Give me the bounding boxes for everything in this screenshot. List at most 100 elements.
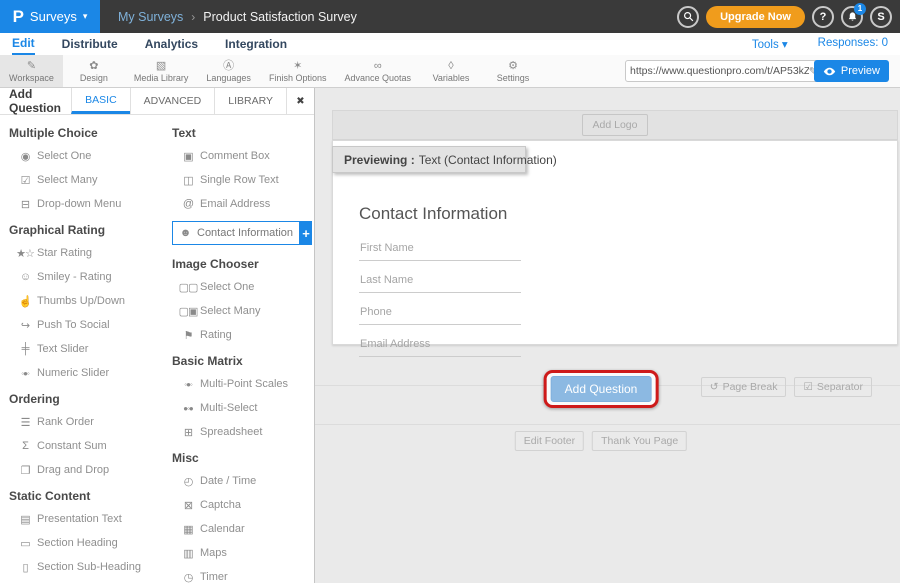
add-logo-button[interactable]: Add Logo <box>582 114 649 136</box>
qtype-push-to-social[interactable]: ↪Push To Social <box>13 318 172 332</box>
group-heading-multiple-choice: Multiple Choice <box>9 126 172 140</box>
qtype-image-select-many[interactable]: ▢▣Select Many <box>176 304 312 318</box>
qtype-label: Select Many <box>37 174 98 186</box>
qtype-drag-and-drop[interactable]: ❐Drag and Drop <box>13 463 172 477</box>
stars-icon: ★☆ <box>13 247 37 260</box>
question-type-column-2: Text ▣Comment Box ◫Single Row Text @Emai… <box>172 126 312 583</box>
slider-icon: ╪ <box>13 343 37 355</box>
qtype-text-slider[interactable]: ╪Text Slider <box>13 342 172 356</box>
email-address-field[interactable] <box>359 338 521 357</box>
qtype-select-one[interactable]: ◉Select One <box>13 149 172 163</box>
tab-distribute[interactable]: Distribute <box>62 33 118 55</box>
smiley-icon: ☺ <box>13 271 37 283</box>
user-avatar[interactable]: S <box>870 6 892 28</box>
qtype-section-sub-heading[interactable]: ▯Section Sub-Heading <box>13 560 172 574</box>
add-contact-information-button[interactable]: + <box>300 221 312 245</box>
upgrade-now-button[interactable]: Upgrade Now <box>706 6 805 28</box>
qtype-thumbs-up-down[interactable]: ☝Thumbs Up/Down <box>13 294 172 308</box>
question-type-column-1: Multiple Choice ◉Select One ☑Select Many… <box>9 126 172 583</box>
qtype-email-address[interactable]: @Email Address <box>176 197 312 211</box>
close-icon[interactable]: ✖ <box>286 88 314 114</box>
tab-library[interactable]: LIBRARY <box>214 88 286 114</box>
search-button[interactable] <box>677 6 699 28</box>
tab-advanced[interactable]: ADVANCED <box>130 88 215 114</box>
qtype-numeric-slider[interactable]: ◦●◦Numeric Slider <box>13 366 172 380</box>
toolbar-finish-options[interactable]: ✶ Finish Options <box>260 55 336 87</box>
first-name-field[interactable] <box>359 242 521 261</box>
contact-information-selected-box[interactable]: ☻Contact Information <box>172 221 300 245</box>
qtype-image-select-one[interactable]: ▢▢Select One <box>176 280 312 294</box>
toolbar-languages[interactable]: Ⓐ Languages <box>197 55 260 87</box>
qtype-captcha[interactable]: ⊠Captcha <box>176 498 312 512</box>
add-question-panel-header: Add Question BASIC ADVANCED LIBRARY ✖ <box>0 88 314 115</box>
breadcrumb-my-surveys[interactable]: My Surveys <box>118 10 183 24</box>
responses-count[interactable]: Responses: 0 <box>818 37 888 51</box>
product-switcher[interactable]: P Surveys ▾ <box>0 0 100 33</box>
qtype-label: Push To Social <box>37 319 110 331</box>
qtype-single-row-text[interactable]: ◫Single Row Text <box>176 173 312 187</box>
calendar-icon: ▦ <box>176 523 200 536</box>
tools-dropdown[interactable]: Tools ▾ <box>752 37 788 51</box>
qtype-presentation-text[interactable]: ▤Presentation Text <box>13 512 172 526</box>
qtype-multi-select[interactable]: ●◦●Multi-Select <box>176 401 312 415</box>
last-name-field[interactable] <box>359 274 521 293</box>
thank-you-page-button[interactable]: Thank You Page <box>592 431 687 451</box>
qtype-contact-information-selected[interactable]: ☻Contact Information + <box>172 221 312 245</box>
qtype-section-heading[interactable]: ▭Section Heading <box>13 536 172 550</box>
qtype-spreadsheet[interactable]: ⊞Spreadsheet <box>176 425 312 439</box>
subheading-icon: ▯ <box>13 561 37 574</box>
toolbar-label: Languages <box>206 73 251 83</box>
qtype-comment-box[interactable]: ▣Comment Box <box>176 149 312 163</box>
survey-canvas: Add Logo Previewing : Text (Contact Info… <box>315 88 900 583</box>
comment-box-icon: ▣ <box>176 150 200 163</box>
image-rating-icon: ⚑ <box>176 329 200 342</box>
separator-checkbox-icon: ☑ <box>803 381 812 393</box>
notifications-button[interactable]: 1 <box>841 6 863 28</box>
qtype-maps[interactable]: ▥Maps <box>176 546 312 560</box>
multi-select-icon: ●◦● <box>176 404 200 413</box>
toolbar-workspace[interactable]: ✎ Workspace <box>0 55 63 87</box>
dropdown-icon: ⊟ <box>13 198 37 211</box>
red-highlight-ring: Add Question <box>544 370 659 408</box>
qtype-multi-point-scales[interactable]: ◦●◦Multi-Point Scales <box>176 377 312 391</box>
qtype-label: Timer <box>200 571 228 583</box>
qtype-timer[interactable]: ◷Timer <box>176 570 312 583</box>
add-question-button[interactable]: Add Question <box>551 376 652 402</box>
qtype-rank-order[interactable]: ☰Rank Order <box>13 415 172 429</box>
image-icon: ▧ <box>156 60 166 72</box>
page-break-button[interactable]: ↺ Page Break <box>701 377 787 397</box>
tag-icon: ◊ <box>448 60 453 72</box>
qtype-calendar[interactable]: ▦Calendar <box>176 522 312 536</box>
tab-analytics[interactable]: Analytics <box>145 33 198 55</box>
subnav-right: Tools ▾ Responses: 0 <box>752 37 888 51</box>
survey-url-input[interactable] <box>630 65 809 77</box>
toolbar-advance-quotas[interactable]: ∞ Advance Quotas <box>335 55 420 87</box>
question-preview-card: Previewing : Text (Contact Information) … <box>332 140 898 345</box>
toolbar-media-library[interactable]: ▧ Media Library <box>125 55 198 87</box>
qtype-star-rating[interactable]: ★☆Star Rating <box>13 246 172 260</box>
tab-basic[interactable]: BASIC <box>71 88 130 114</box>
help-button[interactable]: ? <box>812 6 834 28</box>
qtype-dropdown-menu[interactable]: ⊟Drop-down Menu <box>13 197 172 211</box>
tab-edit[interactable]: Edit <box>12 33 35 55</box>
preview-button[interactable]: Preview <box>814 60 889 82</box>
qtype-image-rating[interactable]: ⚑Rating <box>176 328 312 342</box>
preview-button-label: Preview <box>841 65 880 77</box>
toolbar-settings[interactable]: ⚙ Settings <box>482 55 544 87</box>
edit-footer-button[interactable]: Edit Footer <box>515 431 584 451</box>
separator-button[interactable]: ☑ Separator <box>794 377 872 397</box>
palette-icon: ✿ <box>89 60 98 72</box>
topbar-actions: Upgrade Now ? 1 S <box>677 0 892 33</box>
qtype-constant-sum[interactable]: ΣConstant Sum <box>13 439 172 453</box>
qtype-label: Spreadsheet <box>200 426 262 438</box>
phone-field[interactable] <box>359 306 521 325</box>
qtype-smiley-rating[interactable]: ☺Smiley - Rating <box>13 270 172 284</box>
qtype-select-many[interactable]: ☑Select Many <box>13 173 172 187</box>
tab-integration[interactable]: Integration <box>225 33 287 55</box>
toolbar-design[interactable]: ✿ Design <box>63 55 125 87</box>
breadcrumb: My Surveys › Product Satisfaction Survey <box>118 10 357 24</box>
qtype-label: Calendar <box>200 523 245 535</box>
toolbar-variables[interactable]: ◊ Variables <box>420 55 482 87</box>
qtype-date-time[interactable]: ◴Date / Time <box>176 474 312 488</box>
previewing-prefix: Previewing : <box>344 153 415 167</box>
